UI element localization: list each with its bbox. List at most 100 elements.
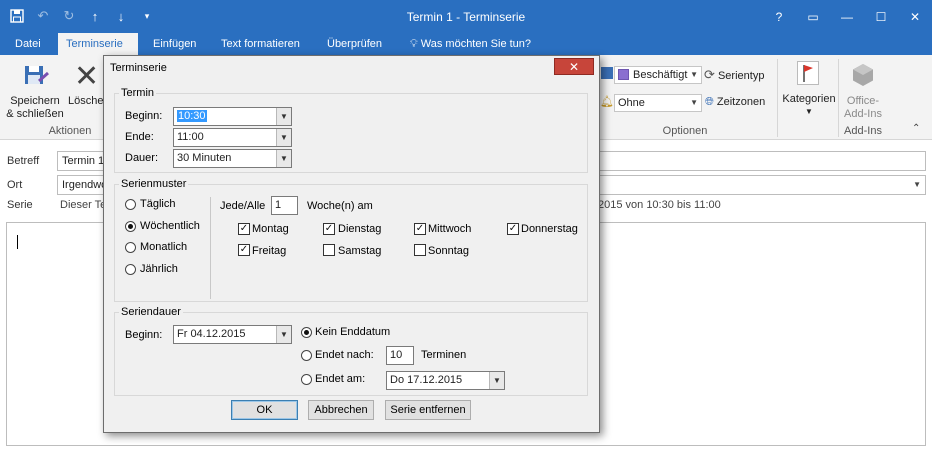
tell-me-box[interactable]: 💡︎ Was möchten Sie tun? <box>402 33 539 55</box>
chevron-down-icon: ▼ <box>805 107 813 116</box>
end-time-label: Ende: <box>125 131 154 143</box>
no-end-date-label: Kein Enddatum <box>315 326 391 338</box>
chevron-down-icon[interactable]: ▼ <box>276 129 291 146</box>
duration-combo[interactable]: 30 Minuten ▼ <box>173 149 292 168</box>
radio-end-by[interactable] <box>301 374 312 385</box>
reminder-select[interactable]: Ohne ▼ <box>614 94 702 112</box>
location-label: Ort <box>7 179 23 191</box>
end-time-combo[interactable]: 11:00 ▼ <box>173 128 292 147</box>
ribbon-separator <box>777 59 778 137</box>
ribbon-display-button[interactable]: ▭ <box>796 0 830 33</box>
chevron-down-icon[interactable]: ▼ <box>276 108 291 125</box>
checkbox-friday-label: Freitag <box>252 245 287 257</box>
duration-label: Dauer: <box>125 152 159 164</box>
globe-icon: 🌐︎ <box>705 96 714 108</box>
range-begin-label: Beginn: <box>125 329 163 341</box>
ribbon-tabs: Datei Terminserie Einfügen Text formatie… <box>0 33 932 55</box>
maximize-button[interactable]: ☐ <box>864 0 898 33</box>
cancel-button[interactable]: Abbrechen <box>308 400 374 420</box>
chevron-down-icon[interactable]: ▼ <box>276 150 291 167</box>
help-button[interactable]: ? <box>762 0 796 33</box>
radio-end-after[interactable] <box>301 350 312 361</box>
checkbox-saturday[interactable] <box>323 244 335 256</box>
recurrence-button[interactable]: ⟳ Serientyp <box>704 67 764 83</box>
time-zones-label: Zeitzonen <box>716 96 766 108</box>
dialog-close-button[interactable]: ✕ <box>554 58 594 75</box>
delete-icon: ✕ <box>74 60 100 93</box>
bell-icon: 🔔︎ <box>600 96 614 108</box>
end-after-label: Endet nach: <box>315 349 374 361</box>
show-as-select[interactable]: Beschäftigt ▼ <box>614 66 702 84</box>
group-actions-label: Aktionen <box>48 125 92 137</box>
office-addins-button[interactable]: Office- Add-Ins <box>840 57 886 121</box>
save-close-button[interactable]: Speichern & schließen <box>4 57 64 123</box>
checkbox-monday-label: Montag <box>252 223 289 235</box>
range-begin-combo[interactable]: Fr 04.12.2015 ▼ <box>173 325 292 344</box>
tab-recurrence[interactable]: Terminserie <box>58 33 138 55</box>
end-by-date-combo[interactable]: Do 17.12.2015 ▼ <box>386 371 505 390</box>
collapse-ribbon-icon[interactable]: ⌃ <box>912 123 920 134</box>
window-controls: ? ▭ — ☐ ✕ <box>762 0 932 33</box>
checkbox-wednesday[interactable]: ✓ <box>414 223 426 235</box>
save-close-icon <box>22 61 50 89</box>
flag-icon <box>797 61 819 85</box>
office-addins-label-1: Office- <box>846 95 880 107</box>
chevron-down-icon[interactable]: ▼ <box>276 326 291 343</box>
group-addins-label: Add-Ins <box>844 125 882 137</box>
every-weeks-input[interactable]: 1 <box>271 196 298 215</box>
radio-daily-label: Täglich <box>140 198 176 210</box>
tell-me-label: Was möchten Sie tun? <box>420 38 532 50</box>
categorize-button[interactable]: Kategorien ▼ <box>780 57 836 121</box>
office-addins-label-2: Add-Ins <box>844 108 882 120</box>
tab-format-text[interactable]: Text formatieren <box>213 33 308 55</box>
tab-file[interactable]: Datei <box>7 33 49 55</box>
checkbox-sunday[interactable] <box>414 244 426 256</box>
close-window-button[interactable]: ✕ <box>898 0 932 33</box>
chevron-down-icon[interactable]: ▼ <box>489 372 504 389</box>
group-title: Serienmuster <box>119 178 189 190</box>
chevron-down-icon[interactable]: ▼ <box>913 176 921 194</box>
radio-monthly[interactable] <box>125 242 136 253</box>
weeks-on-label: Woche(n) am <box>307 200 373 212</box>
radio-yearly[interactable] <box>125 264 136 275</box>
title-bar: ↶ ↻ ↑ ↓ ▾ Termin 1 - Terminserie ? ▭ — ☐… <box>0 0 932 33</box>
chevron-down-icon: ▼ <box>690 70 698 79</box>
calendar-grid-icon <box>601 67 613 79</box>
checkbox-tuesday-label: Dienstag <box>338 223 382 235</box>
group-recurrence-range: Seriendauer Beginn: Fr 04.12.2015 ▼ Kein… <box>114 306 588 396</box>
lightbulb-icon: 💡︎ <box>410 38 418 50</box>
save-close-label-1: Speichern <box>10 95 60 107</box>
group-title: Termin <box>119 87 157 99</box>
occurrences-input[interactable]: 10 <box>386 346 414 365</box>
radio-no-end-date[interactable] <box>301 327 312 338</box>
checkbox-wednesday-label: Mittwoch <box>428 223 472 235</box>
checkbox-friday[interactable]: ✓ <box>238 244 250 256</box>
minimize-button[interactable]: — <box>830 0 864 33</box>
begin-time-label: Beginn: <box>125 110 163 122</box>
group-recurrence-pattern: Serienmuster Täglich Wöchentlich Monatli… <box>114 178 588 302</box>
tab-insert[interactable]: Einfügen <box>145 33 204 55</box>
ok-button[interactable]: OK <box>231 400 298 420</box>
group-title: Seriendauer <box>119 306 183 318</box>
remove-recurrence-button[interactable]: Serie entfernen <box>385 400 471 420</box>
every-label: Jede/Alle <box>220 200 266 212</box>
delete-button[interactable]: ✕ Lösche <box>66 57 106 123</box>
checkbox-tuesday[interactable]: ✓ <box>323 223 335 235</box>
series-label: Serie <box>7 199 33 211</box>
text-caret <box>17 235 18 249</box>
checkbox-thursday[interactable]: ✓ <box>507 223 519 235</box>
checkbox-monday[interactable]: ✓ <box>238 223 250 235</box>
radio-weekly[interactable] <box>125 221 136 232</box>
group-options-label: Optionen <box>662 125 708 137</box>
dialog-title-bar: Terminserie ✕ <box>104 56 599 80</box>
tab-review[interactable]: Überprüfen <box>319 33 390 55</box>
time-zones-button[interactable]: 🌐︎ Zeitzonen <box>705 96 765 109</box>
dialog-title: Terminserie <box>110 62 167 74</box>
subject-label: Betreff <box>7 155 40 167</box>
delete-label: Lösche <box>68 95 104 107</box>
radio-daily[interactable] <box>125 199 136 210</box>
radio-yearly-label: Jährlich <box>140 263 178 275</box>
group-appointment-time: Termin Beginn: 10:30 ▼ Ende: 11:00 ▼ Dau… <box>114 87 588 173</box>
series-text: Dieser Te <box>60 199 107 211</box>
begin-time-combo[interactable]: 10:30 ▼ <box>173 107 292 126</box>
